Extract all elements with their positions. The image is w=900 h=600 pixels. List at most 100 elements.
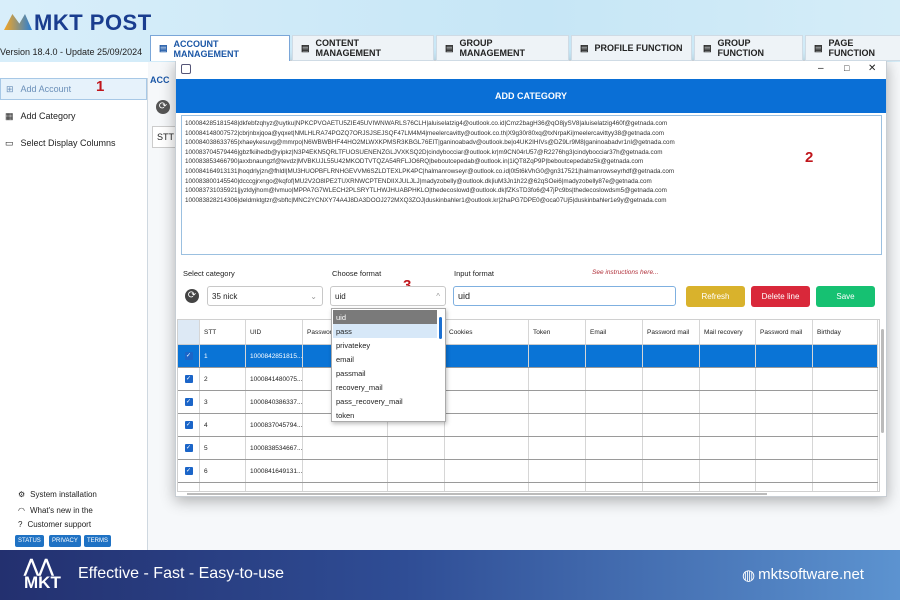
footer-website: ◍ mktsoftware.net (742, 566, 864, 584)
website-text: mktsoftware.net (758, 566, 864, 583)
add-account-icon: ⊞ (6, 83, 14, 94)
textarea-line: 100084285181548|dkfebfzqhyz@uytku|NPKCPV… (185, 120, 668, 127)
choose-format-label: Choose format (332, 269, 382, 278)
table-row[interactable]: ✓ 3 1000840386337... (178, 391, 878, 414)
format-option-privatekey[interactable]: privatekey (333, 338, 437, 352)
row-stt: 4 (204, 421, 208, 429)
row-checkbox[interactable]: ✓ (184, 352, 193, 360)
dropdown-scrollbar[interactable] (439, 317, 442, 339)
refresh-button[interactable]: Refresh (686, 286, 745, 307)
chevron-up-icon: ^ (436, 291, 440, 301)
format-option-pass[interactable]: pass (333, 324, 437, 338)
format-option-passmail[interactable]: passmail (333, 366, 437, 380)
format-option-pass-recovery-mail[interactable]: pass_recovery_mail (333, 394, 437, 408)
column-header: UID (250, 328, 262, 336)
footer-logo: ⋀⋀ MKT (24, 557, 61, 592)
tab-page-function[interactable]: ▤ PAGE FUNCTION (805, 35, 900, 61)
format-option-email[interactable]: email (333, 352, 437, 366)
document-icon: ▤ (445, 42, 454, 53)
row-uid: 1000841480075... (250, 375, 303, 383)
footer-logo-text: MKT (24, 573, 61, 592)
info-icon: ◠ (18, 506, 25, 515)
column-header: Token (533, 328, 551, 336)
monitor-icon: ▭ (5, 137, 14, 148)
accounts-textarea[interactable]: 100084285181548|dkfebfzqhyz@uytku|NPKCPV… (181, 115, 882, 255)
tab-account-management[interactable]: ▤ ACCOUNT MANAGEMENT (150, 35, 290, 61)
format-option-token[interactable]: token (333, 408, 437, 422)
tab-label: GROUP MANAGEMENT (459, 38, 526, 58)
input-format-value: uid (458, 291, 471, 301)
row-checkbox[interactable]: ✓ (184, 467, 193, 475)
profile-icon: ▤ (580, 42, 589, 53)
app-version: Version 18.4.0 - Update 25/09/2024 (0, 47, 143, 57)
add-category-dialog: – □ ✕ ADD CATEGORY 100084285181548|dkfeb… (175, 60, 887, 497)
format-select[interactable]: uid ^ (330, 286, 446, 306)
row-stt: 2 (204, 375, 208, 383)
tab-profile-function[interactable]: ▤ PROFILE FUNCTION (571, 35, 692, 61)
textarea-line: 100083800145540|dcccgjrxngo@kqfof|MU2V2O… (185, 177, 652, 185)
table-row[interactable]: ✓ 4 1000837045794... (178, 414, 878, 437)
row-uid: 1000837045794... (250, 421, 303, 429)
row-checkbox[interactable]: ✓ (184, 375, 193, 383)
sidebar-item-add-account[interactable]: ⊞ Add Account (0, 78, 147, 100)
table-vertical-scrollbar[interactable] (881, 329, 884, 433)
minimize-button[interactable]: – (818, 63, 824, 74)
tab-group-management[interactable]: ▤ GROUP MANAGEMENT (436, 35, 569, 61)
row-uid: 1000840386337... (250, 398, 303, 406)
account-icon: ▤ (159, 43, 168, 53)
sidebar: ⊞ Add Account 1 ▦ Add Category ▭ Select Dis… (0, 78, 148, 550)
column-header: Cookies (449, 328, 473, 336)
dialog-titlebar: – □ ✕ (176, 61, 886, 79)
textarea-line: 100084038633765|xhaeykesuvg@mmrpo|N6WBWB… (185, 139, 675, 147)
footer-banner: ⋀⋀ MKT Effective - Fast - Easy-to-use ◍ mk… (0, 550, 900, 600)
save-button[interactable]: Save (816, 286, 875, 307)
table-row[interactable]: ✓ 5 1000838534667... (178, 437, 878, 460)
table-row[interactable]: ✓ 1 1000842851815... (178, 345, 878, 368)
close-button[interactable]: ✕ (868, 63, 876, 74)
table-row[interactable]: ✓ 6 1000841649131... (178, 460, 878, 483)
row-checkbox[interactable]: ✓ (184, 421, 193, 429)
status-button[interactable]: STATUS (15, 535, 44, 547)
footer-slogan: Effective - Fast - Easy-to-use (78, 565, 284, 582)
reload-category-icon[interactable]: ⟳ (185, 289, 199, 303)
maximize-button[interactable]: □ (844, 63, 849, 73)
sidebar-item-label: Add Account (20, 84, 72, 94)
format-option-recovery-mail[interactable]: recovery_mail (333, 380, 437, 394)
whats-new-link[interactable]: ◠ What's new in the (18, 506, 93, 515)
sidebar-item-label: Add Category (20, 111, 76, 121)
category-value: 35 nick (212, 291, 238, 301)
instructions-link[interactable]: See instructions here... (592, 269, 658, 276)
table-row[interactable]: ✓ 2 1000841480075... (178, 368, 878, 391)
sidebar-item-add-category[interactable]: ▦ Add Category (0, 105, 147, 127)
chevron-down-icon: ⌄ (310, 291, 317, 301)
annotation-1: 1 (96, 78, 105, 95)
terms-button[interactable]: TERMS (84, 535, 111, 547)
column-header: Password mail (647, 328, 690, 336)
section-label: ACC (150, 75, 170, 85)
refresh-icon[interactable]: ⟳ (156, 100, 170, 114)
category-select[interactable]: 35 nick ⌄ (207, 286, 323, 306)
row-uid: 1000841649131... (250, 467, 303, 475)
row-stt: 5 (204, 444, 208, 452)
system-installation-link[interactable]: ⚙ System installation (18, 490, 97, 499)
customer-support-link[interactable]: ? Customer support (18, 520, 91, 529)
table-row[interactable] (178, 483, 878, 491)
tab-group-function[interactable]: ▤ GROUP FUNCTION (694, 35, 803, 61)
category-icon: ▦ (5, 110, 14, 121)
row-checkbox[interactable]: ✓ (184, 444, 193, 452)
row-checkbox[interactable]: ✓ (184, 398, 193, 406)
table-horizontal-scrollbar[interactable] (187, 493, 767, 495)
tab-content-management[interactable]: ▤ CONTENT MANAGEMENT (292, 35, 434, 61)
sidebar-item-select-columns[interactable]: ▭ Select Display Columns (0, 132, 147, 154)
link-label: What's new in the (29, 506, 93, 515)
column-header: Password mail (760, 328, 803, 336)
input-format-field[interactable]: uid (453, 286, 676, 306)
format-option-uid[interactable]: uid (333, 310, 437, 324)
facebook-icon: ▤ (814, 42, 823, 53)
privacy-button[interactable]: PRIVACY (49, 535, 81, 547)
link-label: Customer support (27, 520, 92, 529)
textarea-line: 100083731035921|jyzldyjhom@lvmuo|MPPA7G7… (185, 187, 667, 195)
input-format-label: Input format (454, 269, 495, 278)
table-header: STT UID Password Cookies Token Email Password … (178, 320, 878, 345)
delete-line-button[interactable]: Delete line (751, 286, 810, 307)
